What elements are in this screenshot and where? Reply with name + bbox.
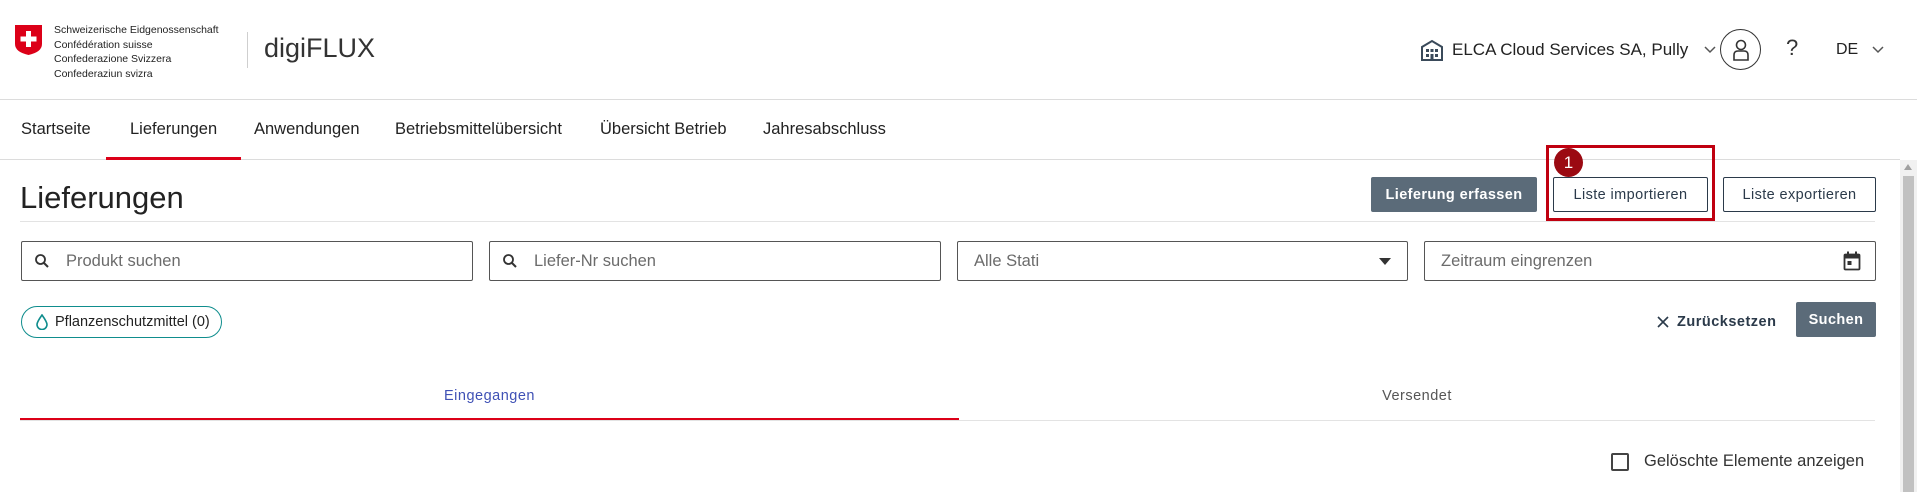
calendar-icon[interactable] (1843, 251, 1861, 271)
help-button[interactable]: ? (1786, 35, 1798, 61)
language-label: DE (1836, 41, 1859, 58)
delivery-number-search-input[interactable] (534, 242, 940, 280)
chevron-down-icon (1872, 46, 1884, 54)
confederation-line-fr: Confédération suisse (54, 38, 153, 51)
nav-item-betriebsmittel[interactable]: Betriebsmittelübersicht (395, 101, 562, 160)
product-search-field[interactable] (21, 241, 473, 281)
tab-sent[interactable]: Versendet (959, 371, 1875, 421)
user-icon (1732, 39, 1749, 61)
status-select[interactable]: Alle Stati (957, 241, 1408, 281)
chevron-down-icon (1704, 46, 1716, 54)
drop-icon (36, 314, 48, 330)
tabs-divider (20, 420, 1875, 421)
filter-chip-pflanzenschutzmittel[interactable]: Pflanzenschutzmittel (0) (21, 306, 222, 338)
show-deleted-checkbox[interactable] (1611, 452, 1629, 471)
confederation-text: Schweizerische Eidgenossenschaft Confédé… (54, 23, 219, 81)
product-search-input[interactable] (66, 242, 472, 280)
search-icon (34, 252, 52, 270)
show-deleted-toggle[interactable]: Gelöschte Elemente anzeigen (1611, 452, 1864, 471)
app-header: Schweizerische Eidgenossenschaft Confédé… (0, 0, 1917, 100)
confederation-line-it: Confederazione Svizzera (54, 53, 172, 65)
reset-button[interactable]: Zurücksetzen (1657, 310, 1776, 334)
scroll-up-arrow-icon[interactable] (1904, 164, 1912, 170)
close-icon (1657, 316, 1669, 328)
nav-item-label: Lieferungen (130, 120, 218, 138)
title-divider (20, 221, 1875, 222)
dropdown-arrow-icon (1379, 257, 1391, 265)
scrollbar-thumb[interactable] (1903, 176, 1914, 492)
filter-chip-label: Pflanzenschutzmittel (0) (55, 314, 210, 330)
search-button[interactable]: Suchen (1796, 302, 1876, 337)
organization-name: ELCA Cloud Services SA, Pully (1452, 40, 1689, 59)
confederation-line-de: Schweizerische Eidgenossenschaft (54, 24, 219, 36)
reset-label: Zurücksetzen (1677, 314, 1777, 330)
period-field[interactable] (1424, 241, 1876, 281)
show-deleted-label: Gelöschte Elemente anzeigen (1644, 452, 1865, 470)
period-input[interactable] (1441, 242, 1843, 280)
nav-item-uebersicht-betrieb[interactable]: Übersicht Betrieb (600, 101, 727, 160)
nav-item-startseite[interactable]: Startseite (21, 101, 91, 160)
create-delivery-button[interactable]: Lieferung erfassen (1371, 177, 1537, 212)
search-icon (502, 252, 520, 270)
delivery-number-search-field[interactable] (489, 241, 941, 281)
building-icon (1421, 39, 1443, 61)
export-list-button[interactable]: Liste exportieren (1723, 177, 1876, 212)
user-profile-button[interactable] (1720, 29, 1761, 70)
annotation-step-badge: 1 (1554, 148, 1583, 177)
swiss-flag-icon (15, 25, 42, 55)
organization-selector[interactable]: ELCA Cloud Services SA, Pully (1420, 36, 1716, 64)
page-title: Lieferungen (20, 180, 184, 215)
language-selector[interactable]: DE (1836, 41, 1884, 59)
nav-item-jahresabschluss[interactable]: Jahresabschluss (763, 101, 886, 160)
nav-item-anwendungen[interactable]: Anwendungen (254, 101, 360, 160)
confederation-line-rm: Confederaziun svizra (54, 67, 153, 80)
tab-received[interactable]: Eingegangen (20, 371, 959, 421)
nav-item-lieferungen[interactable]: Lieferungen (106, 101, 242, 160)
header-divider (247, 32, 248, 68)
app-title[interactable]: digiFLUX (264, 33, 375, 64)
status-select-value: Alle Stati (974, 251, 1040, 270)
